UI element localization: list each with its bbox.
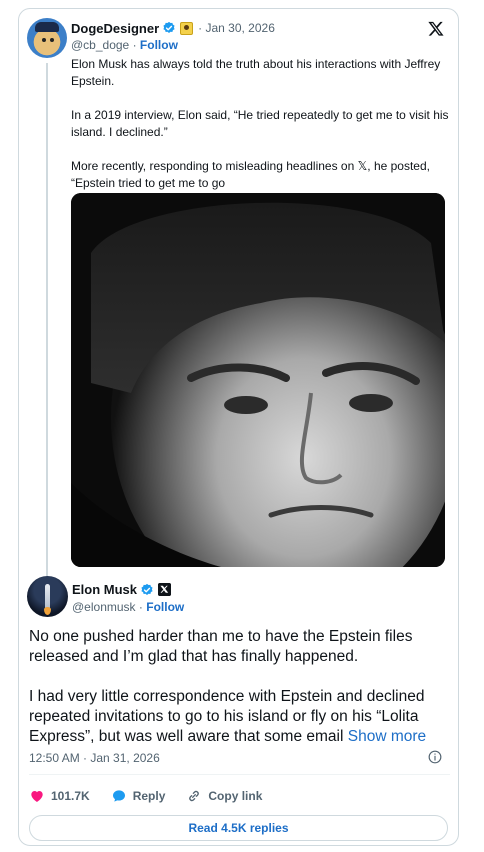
quoted-tweet-text: Elon Musk has always told the truth abou…: [71, 56, 454, 192]
heart-icon: [31, 791, 43, 802]
tweet-photo[interactable]: [71, 193, 445, 567]
affiliate-badge-icon: [180, 21, 194, 35]
x-affiliate-badge-icon: [158, 583, 172, 596]
thread-connector-line: [46, 63, 48, 577]
main-tweet-header: Elon Musk: [72, 582, 172, 597]
main-author-name[interactable]: Elon Musk: [72, 582, 137, 597]
quoted-paragraph: More recently, responding to misleading …: [71, 159, 430, 190]
follow-dogedesigner-button[interactable]: Follow: [140, 38, 178, 52]
main-handle[interactable]: @elonmusk: [72, 600, 136, 614]
main-paragraph: No one pushed harder than me to have the…: [29, 628, 413, 665]
reply-button[interactable]: Reply: [111, 788, 166, 804]
handle-separator: ·: [138, 600, 143, 614]
copy-link-label: Copy link: [208, 789, 263, 803]
tweet-actions-bar: 101.7K Reply Copy link: [29, 784, 283, 808]
main-paragraph-2: I had very little correspondence with Ep…: [29, 687, 454, 747]
like-count: 101.7K: [51, 789, 90, 803]
dogedesigner-avatar[interactable]: [27, 18, 67, 58]
quoted-paragraph: Elon Musk has always told the truth abou…: [71, 57, 441, 88]
verified-badge-icon: [163, 21, 175, 33]
copy-link-button[interactable]: Copy link: [186, 788, 262, 804]
quoted-date[interactable]: · Jan 30, 2026: [198, 21, 275, 35]
handle-separator: ·: [132, 38, 137, 52]
read-replies-button[interactable]: Read 4.5K replies: [29, 815, 448, 841]
elonmusk-avatar[interactable]: [27, 576, 68, 617]
show-more-link[interactable]: Show more: [348, 728, 426, 745]
info-icon[interactable]: [428, 750, 442, 764]
x-logo-icon[interactable]: [427, 20, 445, 38]
quoted-handle[interactable]: @cb_doge: [71, 38, 129, 52]
link-icon: [189, 790, 200, 802]
portrait-image: [71, 193, 445, 567]
follow-elonmusk-button[interactable]: Follow: [146, 600, 184, 614]
quoted-handle-row: @cb_doge · Follow: [71, 38, 178, 52]
quoted-paragraph: In a 2019 interview, Elon said, “He trie…: [71, 108, 449, 139]
quoted-author-name[interactable]: DogeDesigner: [71, 21, 159, 36]
verified-badge-icon: [141, 583, 153, 595]
embedded-tweet-card: DogeDesigner · Jan 30, 2026 @cb_doge · F…: [18, 8, 459, 846]
tweet-timestamp[interactable]: 12:50 AM · Jan 31, 2026: [29, 751, 160, 765]
main-tweet-text: No one pushed harder than me to have the…: [29, 627, 454, 747]
like-button[interactable]: 101.7K: [29, 788, 90, 804]
reply-label: Reply: [132, 789, 166, 803]
main-handle-row: @elonmusk · Follow: [72, 600, 184, 614]
quoted-tweet-header: DogeDesigner · Jan 30, 2026: [71, 19, 275, 37]
reply-bubble-icon: [112, 790, 125, 802]
actions-divider: [29, 774, 450, 775]
